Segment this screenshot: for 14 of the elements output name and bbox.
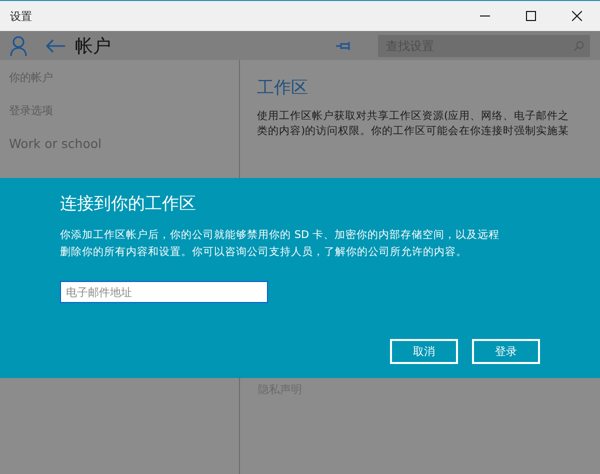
person-icon [10,36,27,56]
dialog-message: 你添加工作区帐户后，你的公司就能够禁用你的 SD 卡、加密你的内部存储空间，以及远程删除你的所有内容和设置。你可以咨询公司支持人员，了解你的公司所允许的内容。 [60,228,500,260]
section-description: 使用工作区帐户获取对共享工作区资源(应用、网络、电子邮件之类的内容)的访问权限。你的工作区可能会在你连接时强制实施某 [257,109,570,139]
back-icon[interactable] [45,38,65,52]
email-field[interactable]: 电子邮件地址 [60,281,268,303]
dialog-button[interactable]: 登录 [472,339,540,364]
search-icon[interactable] [574,40,584,50]
pin-icon[interactable] [336,40,352,50]
page-title: 帐户 [75,34,111,58]
dialog-title: 连接到你的工作区 [60,193,197,215]
window-title: 设置 [10,8,33,24]
sidebar-item[interactable]: Work or school [9,136,239,154]
section-title: 工作区 [257,77,309,99]
dialog-button[interactable]: 取消 [390,339,458,364]
